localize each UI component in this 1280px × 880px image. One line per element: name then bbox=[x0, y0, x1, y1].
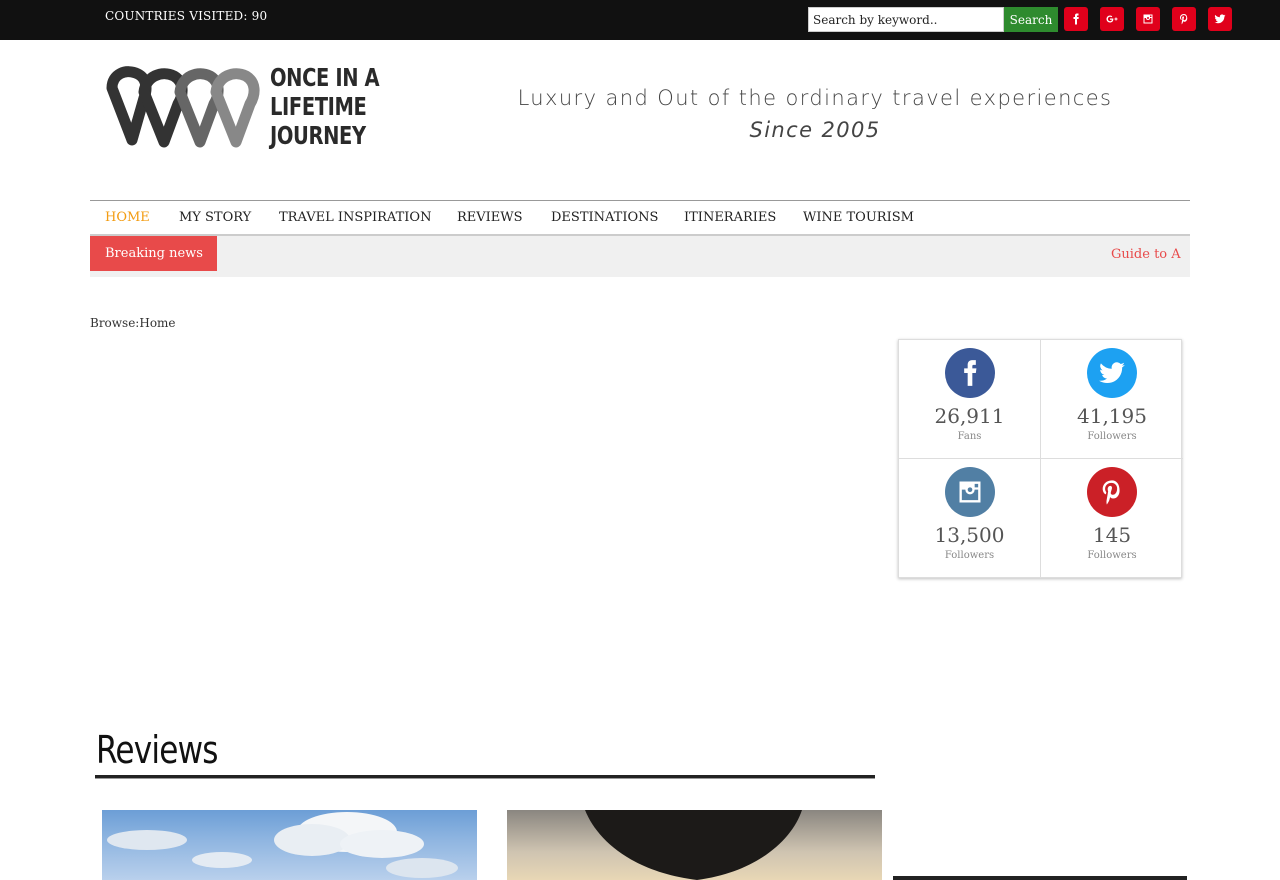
header-tagline: Luxury and Out of the ordinary travel ex… bbox=[490, 82, 1140, 146]
google-plus-icon bbox=[1106, 15, 1118, 23]
pinterest-circle bbox=[1087, 467, 1137, 517]
nav-item-destinations[interactable]: DESTINATIONS bbox=[551, 210, 658, 225]
cloud-image bbox=[107, 812, 458, 878]
nav-item-reviews[interactable]: REVIEWS bbox=[457, 210, 523, 225]
review-thumbnail-balloon[interactable] bbox=[507, 810, 882, 880]
tagline-since: Since 2005 bbox=[749, 118, 881, 142]
twitter-link[interactable] bbox=[1208, 7, 1232, 31]
reviews-heading: Reviews bbox=[96, 728, 219, 772]
instagram-count-label: Followers bbox=[944, 550, 995, 561]
logo-text: ONCE IN A LIFETIME JOURNEY bbox=[270, 63, 380, 150]
search-input[interactable] bbox=[808, 7, 1004, 32]
instagram-icon bbox=[959, 481, 980, 503]
countries-visited: COUNTRIES VISITED: 90 bbox=[105, 9, 268, 23]
main-nav: HOME MY STORY TRAVEL INSPIRATION REVIEWS… bbox=[90, 200, 1190, 236]
top-bar: COUNTRIES VISITED: 90 Search bbox=[0, 0, 1280, 40]
breaking-news-bar: Breaking news Guide to A bbox=[90, 236, 1190, 277]
pinterest-icon bbox=[1102, 480, 1120, 505]
sidebar-divider bbox=[893, 876, 1187, 880]
twitter-circle bbox=[1087, 348, 1137, 398]
search-button[interactable]: Search bbox=[1004, 7, 1058, 32]
twitter-count: 41,195 bbox=[1077, 404, 1147, 428]
logo-line-3: JOURNEY bbox=[270, 121, 366, 150]
twitter-count-label: Followers bbox=[1087, 431, 1137, 442]
logo-line-2: LIFETIME bbox=[270, 92, 367, 121]
pinterest-icon bbox=[1180, 14, 1188, 25]
nav-item-my-story[interactable]: MY STORY bbox=[179, 210, 251, 225]
breadcrumb-home[interactable]: Home bbox=[139, 316, 175, 330]
pinterest-count: 145 bbox=[1092, 523, 1132, 547]
twitter-icon bbox=[1099, 362, 1125, 384]
facebook-counter[interactable]: 26,911 Fans bbox=[899, 340, 1041, 459]
instagram-link[interactable] bbox=[1136, 7, 1160, 31]
nav-item-itineraries[interactable]: ITINERARIES bbox=[684, 210, 776, 225]
facebook-icon bbox=[963, 360, 976, 386]
logo-line-1: ONCE IN A bbox=[270, 63, 380, 92]
facebook-count-label: Fans bbox=[957, 431, 982, 442]
breadcrumb-prefix: Browse: bbox=[90, 316, 140, 330]
facebook-link[interactable] bbox=[1064, 7, 1088, 31]
tagline-text: Luxury and Out of the ordinary travel ex… bbox=[517, 86, 1113, 110]
breadcrumb: Browse:Home bbox=[90, 316, 176, 330]
twitter-counter[interactable]: 41,195 Followers bbox=[1041, 340, 1183, 459]
facebook-count: 26,911 bbox=[934, 404, 1005, 428]
instagram-count: 13,500 bbox=[934, 523, 1005, 547]
nav-item-home[interactable]: HOME bbox=[105, 210, 150, 225]
twitter-icon bbox=[1214, 14, 1226, 24]
pinterest-counter[interactable]: 145 Followers bbox=[1041, 459, 1183, 578]
pinterest-count-label: Followers bbox=[1087, 550, 1137, 561]
facebook-icon bbox=[1073, 13, 1079, 25]
instagram-icon bbox=[1143, 14, 1153, 24]
facebook-circle bbox=[944, 348, 995, 398]
nav-item-travel-inspiration[interactable]: TRAVEL INSPIRATION bbox=[279, 210, 431, 225]
google-plus-link[interactable] bbox=[1100, 7, 1124, 31]
pinterest-link[interactable] bbox=[1172, 7, 1196, 31]
breaking-news-label: Breaking news bbox=[90, 236, 217, 271]
review-thumbnail-sky[interactable] bbox=[102, 810, 477, 880]
social-counters-widget: 26,911 Fans 41,195 Followers 13,500 Foll… bbox=[898, 339, 1183, 578]
instagram-counter[interactable]: 13,500 Followers bbox=[899, 459, 1041, 578]
nav-item-wine-tourism[interactable]: WINE TOURISM bbox=[803, 210, 914, 225]
reviews-divider bbox=[95, 775, 875, 779]
instagram-circle bbox=[944, 467, 995, 517]
balloon-image bbox=[585, 810, 802, 880]
breaking-news-ticker[interactable]: Guide to A bbox=[1111, 247, 1181, 262]
